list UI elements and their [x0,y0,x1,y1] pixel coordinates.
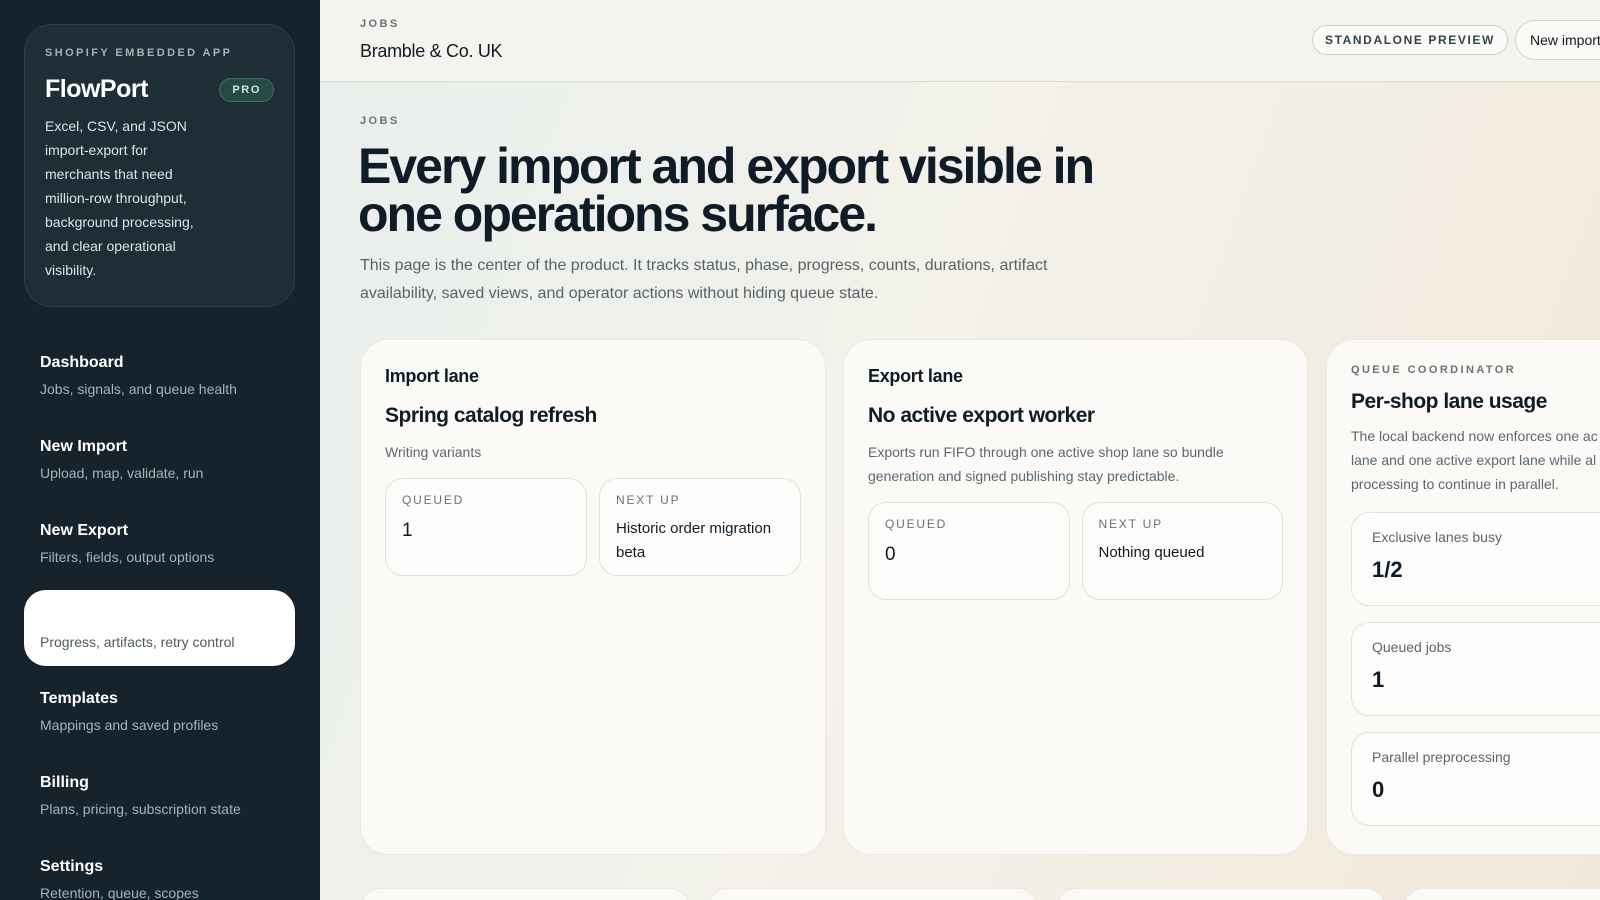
next-up-stat: NEXT UP Nothing queued [1081,502,1283,600]
sidebar-item-title: Templates [40,690,118,707]
metric-label: Queued jobs [1372,639,1452,655]
metric-label: Exclusive lanes busy [1372,529,1502,545]
description-line: lane and one active export lane while al [1351,452,1597,468]
new-import-button[interactable]: New import [1515,20,1600,60]
brand-card: SHOPIFY EMBEDDED APP FlowPort PRO Excel,… [24,24,295,307]
shop-name: Bramble & Co. UK [360,41,503,61]
stat-value: 0 [885,544,896,565]
sidebar-item-subtitle: Retention, queue, scopes [40,885,199,900]
lane-stats: QUEUED 1 NEXT UP Historic order migratio… [385,478,801,576]
sidebar-item-settings[interactable]: Settings Retention, queue, scopes [24,842,295,900]
stat-value: 1 [402,520,413,541]
plan-badge: PRO [219,77,274,102]
next-up-stat: NEXT UP Historic order migration beta [599,478,801,576]
metric-value: 1/2 [1372,557,1403,582]
metric-parallel-preprocessing: Parallel preprocessing 0 [1351,732,1600,826]
sidebar-item-dashboard[interactable]: Dashboard Jobs, signals, and queue healt… [24,338,295,414]
queued-stat: QUEUED 1 [385,478,587,576]
metric-value: 1 [1372,667,1385,692]
stat-label: NEXT UP [1098,517,1163,531]
sidebar-item-billing[interactable]: Billing Plans, pricing, subscription sta… [24,758,295,834]
sidebar-item-new-import[interactable]: New Import Upload, map, validate, run [24,422,295,498]
summary-card [1056,888,1386,900]
brand-row: FlowPort PRO [45,75,274,104]
sidebar-item-title: Settings [40,858,104,875]
sidebar-item-title: Billing [40,774,89,791]
top-bar: JOBS Bramble & Co. UK STANDALONE PREVIEW… [320,0,1600,82]
stat-label: NEXT UP [616,493,681,507]
app-name: FlowPort [45,75,148,103]
sidebar-item-subtitle: Filters, fields, output options [40,549,215,565]
metric-label: Parallel preprocessing [1372,749,1511,765]
stat-label: QUEUED [402,493,465,507]
sidebar-item-subtitle: Mappings and saved profiles [40,717,219,733]
page-eyebrow: JOBS [360,115,400,127]
sidebar-item-subtitle: Upload, map, validate, run [40,465,204,481]
sidebar-item-title: New Export [40,522,129,539]
queue-coordinator-card: QUEUE COORDINATOR Per-shop lane usage Th… [1326,339,1600,855]
queued-stat: QUEUED 0 [868,502,1070,600]
sidebar-item-jobs[interactable]: Progress, artifacts, retry control [24,590,295,666]
card-eyebrow: QUEUE COORDINATOR [1351,364,1517,376]
card-description: The local backend now enforces one ac la… [1351,424,1600,496]
sidebar-item-title: New Import [40,438,128,455]
app-description: Excel, CSV, and JSON import-export for m… [45,118,194,278]
sidebar-item-title [40,606,279,625]
metric-exclusive-lanes: Exclusive lanes busy 1/2 [1351,512,1600,606]
card-title: Per-shop lane usage [1351,390,1547,413]
summary-card [360,888,690,900]
description-line: The local backend now enforces one ac [1351,428,1598,444]
standalone-preview-button[interactable]: STANDALONE PREVIEW [1312,25,1508,55]
page-description: This page is the center of the product. … [360,257,1048,302]
stat-value: Nothing queued [1098,544,1205,561]
card-title: Spring catalog refresh [385,404,597,427]
card-subtitle: Writing variants [385,444,482,460]
card-subtitle: Exports run FIFO through one active shop… [868,444,1224,484]
sidebar-item-new-export[interactable]: New Export Filters, fields, output optio… [24,506,295,582]
stat-value: Historic order migration beta [616,520,772,561]
sidebar: SHOPIFY EMBEDDED APP FlowPort PRO Excel,… [0,0,320,900]
metric-queued-jobs: Queued jobs 1 [1351,622,1600,716]
sidebar-nav: Dashboard Jobs, signals, and queue healt… [24,338,295,900]
sidebar-item-subtitle: Progress, artifacts, retry control [40,634,235,650]
summary-card [1404,888,1600,900]
sidebar-item-title: Dashboard [40,354,124,371]
sidebar-item-subtitle: Plans, pricing, subscription state [40,801,241,817]
export-lane-card: Export lane No active export worker Expo… [843,339,1308,855]
description-line: processing to continue in parallel. [1351,476,1559,492]
page-title: Every import and export visible in one o… [358,138,1095,242]
brand-eyebrow: SHOPIFY EMBEDDED APP [45,47,233,59]
metric-value: 0 [1372,777,1385,802]
sidebar-item-templates[interactable]: Templates Mappings and saved profiles [24,674,295,750]
summary-card [708,888,1038,900]
import-lane-card: Import lane Spring catalog refresh Writi… [360,339,826,855]
sidebar-item-subtitle: Jobs, signals, and queue health [40,381,237,397]
main-content: JOBS Every import and export visible in … [320,82,1600,900]
breadcrumb: JOBS [360,18,400,30]
stat-label: QUEUED [885,517,948,531]
card-kicker: Export lane [868,366,963,386]
card-kicker: Import lane [385,366,479,386]
lane-stats: QUEUED 0 NEXT UP Nothing queued [868,502,1283,600]
card-title: No active export worker [868,404,1095,427]
